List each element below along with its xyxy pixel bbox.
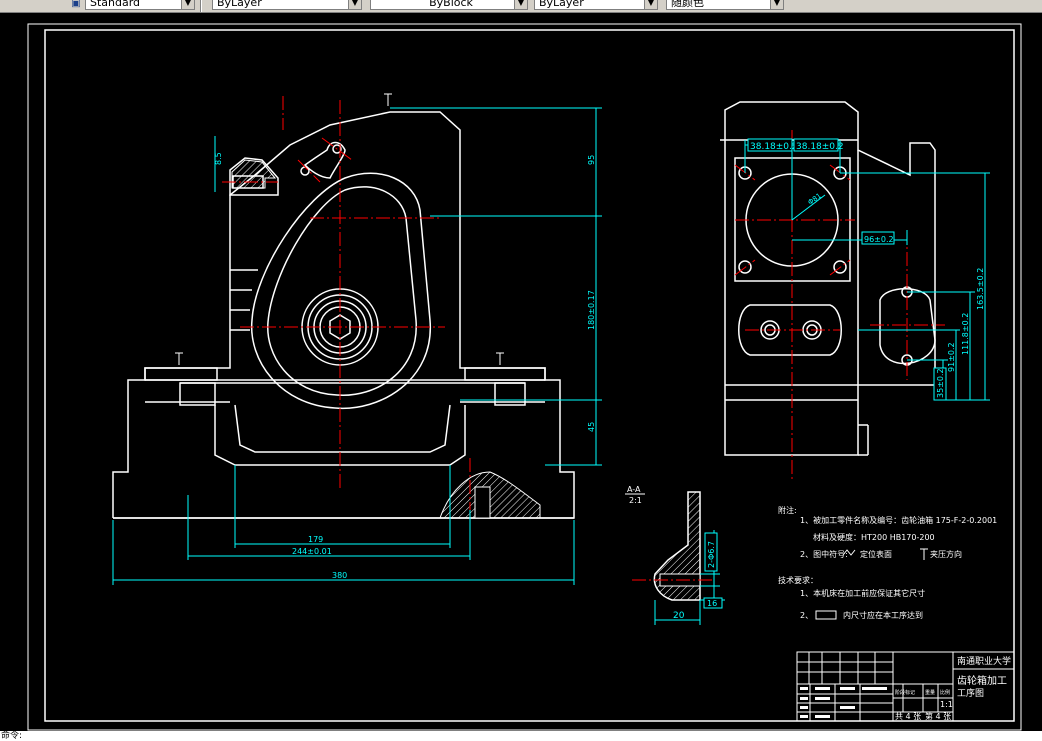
notes-line2c: 夹压方向 (930, 549, 962, 559)
chevron-down-icon[interactable]: ▼ (770, 0, 783, 9)
dim-96: 96±0.2 (864, 235, 894, 244)
section-label: A-A (627, 485, 641, 494)
dim-38-b: 38.18±0.2 (796, 142, 844, 152)
section-scale: 2:1 (629, 496, 642, 505)
front-view (112, 111, 575, 519)
stage-label: 阶段标记 (895, 689, 915, 696)
tech-line2b: 内尺寸应在本工序达到 (843, 610, 923, 620)
dim-380: 380 (332, 571, 347, 580)
notes-block: 附注: 1、被加工零件名称及编号：齿轮油箱 175-F-2-0.2001 材料及… (778, 505, 997, 620)
scale-value: 1:1 (940, 700, 953, 709)
layer-select[interactable]: ByLayer ▼ (212, 0, 362, 10)
dim-91: 91±0.2 (947, 342, 956, 372)
dim-2phi: 2-Φ6.7 (707, 541, 716, 568)
drawing-canvas[interactable]: 95 180±0.17 45 8.5 179 244±0.01 380 38.1… (0, 12, 1042, 741)
sheet-number: 第 4 张 (925, 711, 951, 721)
dim-45: 45 (587, 422, 596, 432)
dim-20: 20 (673, 611, 685, 621)
dim-38-a: 38.18±0.2 (750, 142, 798, 152)
linetype-value: ByBlock (429, 0, 473, 9)
layer-value: ByLayer (217, 0, 262, 9)
dim-179: 179 (308, 535, 323, 544)
notes-heading: 附注: (778, 505, 797, 515)
dim-radius: Φ81 (807, 192, 823, 207)
lineweight-select[interactable]: ByLayer ▼ (534, 0, 658, 10)
plotstyle-select[interactable]: 随颜色 ▼ (666, 0, 784, 10)
weight-label: 重量 (925, 689, 935, 696)
chevron-down-icon[interactable]: ▼ (514, 0, 527, 9)
toolbar-separator (200, 0, 202, 12)
side-view (720, 101, 936, 456)
front-centerlines (222, 96, 471, 510)
tech-line2a: 2、 (800, 611, 813, 620)
notes-line2b: 定位表面 (860, 549, 892, 559)
layer-manager-icon[interactable]: ▣ (70, 0, 82, 10)
outer-frame (27, 23, 1022, 731)
notes-line2a: 2、图中符号: (800, 549, 848, 559)
command-line[interactable]: 命令: (0, 731, 1042, 741)
sheet-count: 共 4 张 (895, 712, 921, 721)
locator-pin (474, 486, 491, 519)
dim-111-8: 111.8±0.2 (961, 313, 970, 355)
plotstyle-value: 随颜色 (671, 0, 704, 9)
dim-35: 35±0.2 (936, 368, 945, 398)
notes-line1b: 材料及硬度：HT200 HB170-200 (813, 532, 935, 542)
dim-244: 244±0.01 (292, 547, 332, 556)
linetype-select[interactable]: ByBlock ▼ (370, 0, 528, 10)
chevron-down-icon[interactable]: ▼ (181, 0, 194, 9)
dimension-frame-symbol (815, 610, 837, 620)
dim-95: 95 (587, 155, 596, 165)
text-style-value: Standard (90, 0, 141, 9)
chevron-down-icon[interactable]: ▼ (348, 0, 361, 9)
dim-16: 16 (707, 599, 717, 608)
tech-line1: 1、本机床在加工前应保证其它尺寸 (800, 588, 925, 598)
lineweight-value: ByLayer (539, 0, 584, 9)
command-prompt: 命令: (1, 731, 23, 741)
drawing-subtitle: 工序图 (957, 687, 984, 699)
dim-163-5: 163.5±0.2 (976, 268, 985, 310)
clamp-direction-symbol (920, 548, 928, 560)
text-style-select[interactable]: Standard ▼ (85, 0, 195, 10)
notes-line1: 1、被加工零件名称及编号：齿轮油箱 175-F-2-0.2001 (800, 515, 997, 525)
school-name: 南通职业大学 (957, 655, 1011, 667)
tech-heading: 技术要求： (778, 575, 818, 585)
dim-8-5: 8.5 (214, 152, 223, 165)
dim-180: 180±0.17 (587, 290, 596, 330)
drawing-title: 齿轮箱加工 (957, 674, 1007, 687)
scale-label: 比例 (940, 689, 950, 696)
chevron-down-icon[interactable]: ▼ (644, 0, 657, 9)
